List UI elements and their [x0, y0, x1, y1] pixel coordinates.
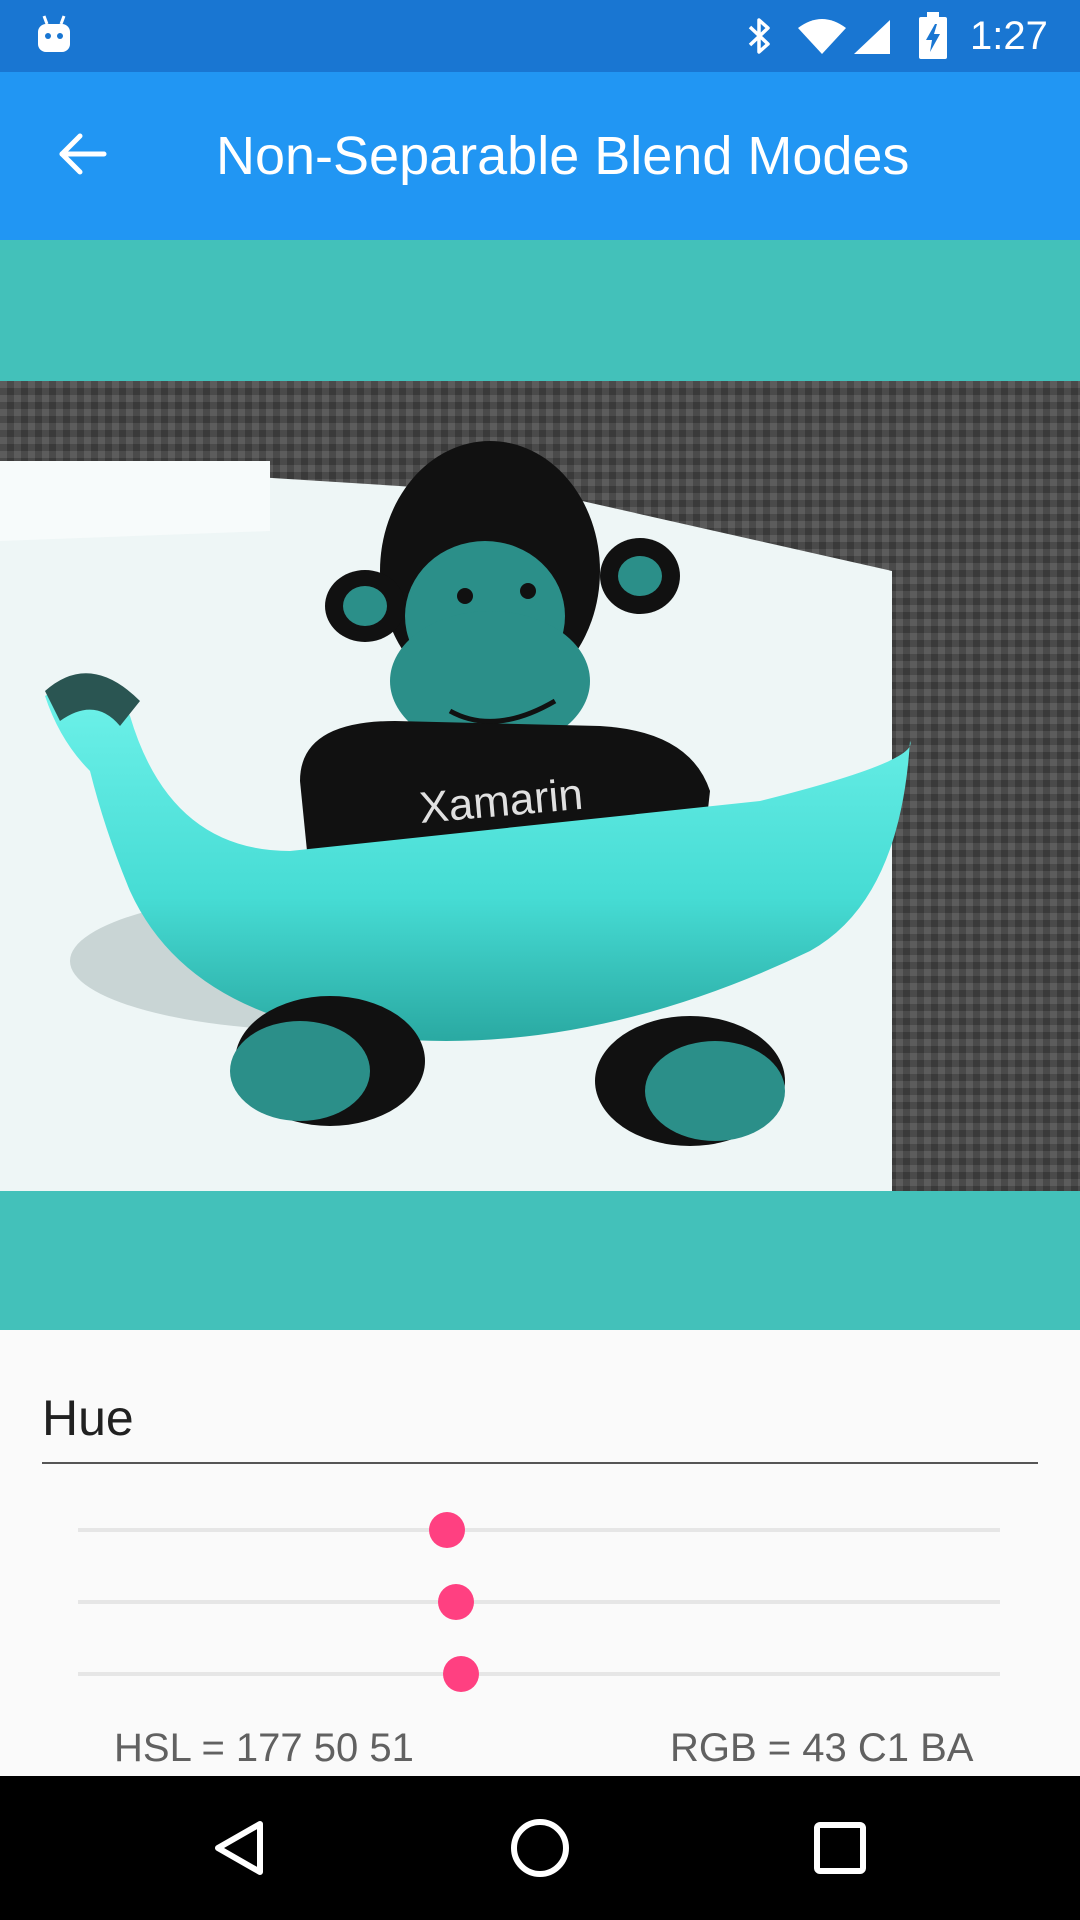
- arrow-left-icon: [59, 133, 107, 175]
- page-title: Non-Separable Blend Modes: [216, 126, 910, 186]
- nav-recents-button[interactable]: [790, 1798, 890, 1898]
- nav-bar: [0, 1776, 1080, 1920]
- picker-value: Hue: [42, 1390, 134, 1446]
- app-bar: Non-Separable Blend Modes: [0, 72, 1080, 240]
- wifi-icon: [798, 19, 846, 54]
- slider-thumb[interactable]: [428, 1512, 465, 1548]
- blend-mode-picker[interactable]: Hue: [42, 1380, 1038, 1464]
- status-bar: 1:27: [0, 0, 1080, 72]
- back-triangle-icon: [215, 1821, 263, 1875]
- home-circle-icon: [511, 1819, 569, 1877]
- blended-photo: Xamarin: [0, 381, 1080, 1191]
- bluetooth-icon: [748, 18, 770, 54]
- blend-canvas: Xamarin: [0, 240, 1080, 1330]
- android-icon: [38, 15, 70, 52]
- slider-thumb[interactable]: [438, 1584, 475, 1620]
- back-button[interactable]: [40, 112, 124, 196]
- hue-slider[interactable]: [78, 1510, 1000, 1550]
- recents-square-icon: [814, 1822, 866, 1874]
- slider-track: [78, 1528, 1000, 1532]
- status-time: 1:27: [970, 14, 1048, 58]
- slider-track: [78, 1600, 1000, 1604]
- hsl-readout: HSL = 177 50 51: [114, 1726, 414, 1770]
- slider-thumb[interactable]: [442, 1656, 479, 1692]
- battery-charging-icon: [919, 12, 947, 59]
- nav-back-button[interactable]: [190, 1798, 290, 1898]
- saturation-slider[interactable]: [78, 1582, 1000, 1622]
- screen: 1:27 Non-Separable Blend Modes Xamarin H…: [0, 0, 1080, 1920]
- rgb-readout: RGB = 43 C1 BA: [670, 1726, 974, 1770]
- slider-track: [78, 1672, 1000, 1676]
- cell-signal-icon: [854, 20, 890, 54]
- luminosity-slider[interactable]: [78, 1654, 1000, 1694]
- nav-home-button[interactable]: [490, 1798, 590, 1898]
